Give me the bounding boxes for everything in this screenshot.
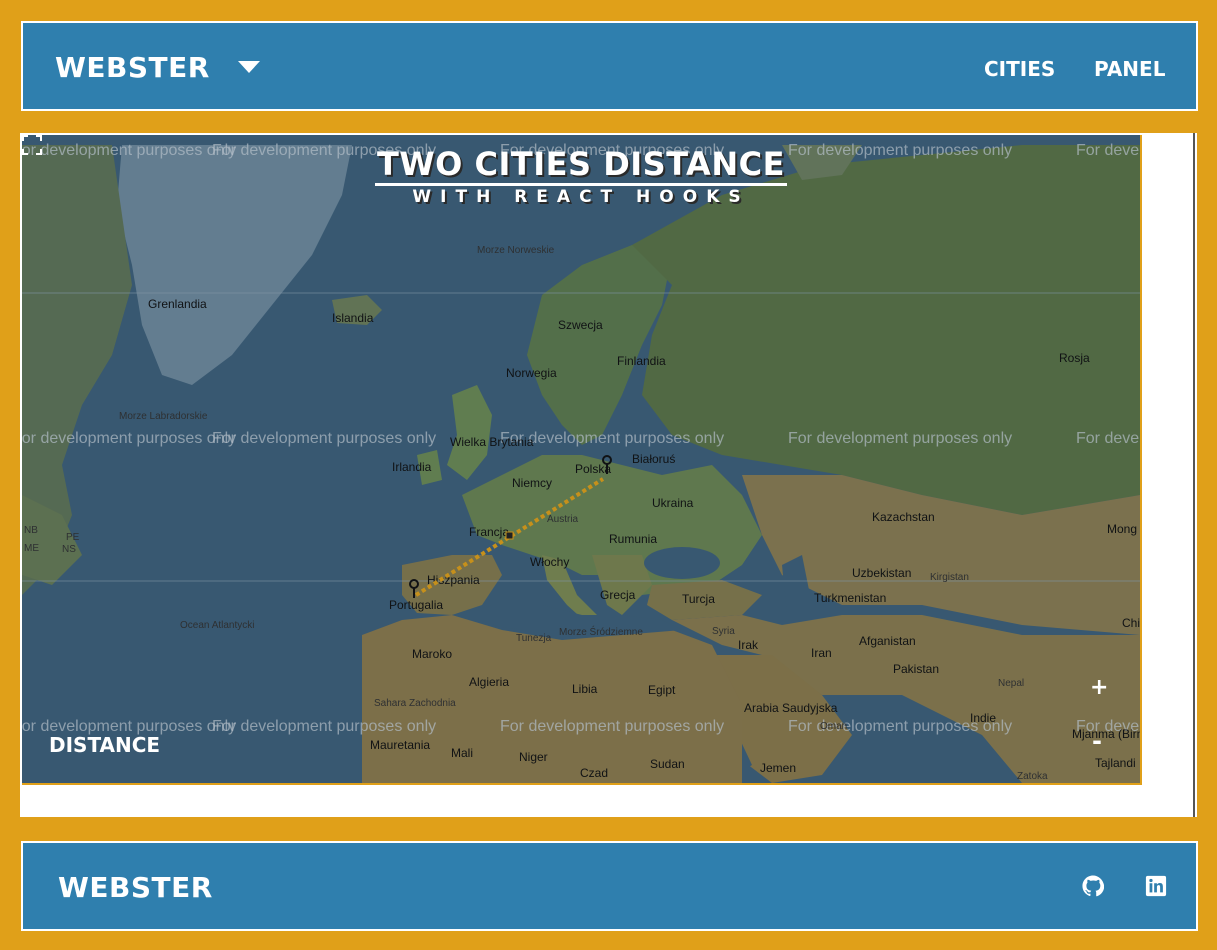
label-szwecja: Szwecja [558, 318, 603, 332]
footer-brand[interactable]: WEBSTER [58, 871, 213, 904]
label-libia: Libia [572, 682, 598, 696]
label-bialorus: Białoruś [632, 452, 675, 466]
label-ukraina: Ukraina [652, 496, 694, 510]
map-watermark-text: For development purposes only [500, 718, 724, 735]
distance-button[interactable]: DISTANCE [49, 733, 160, 757]
label-syria: Syria [712, 626, 735, 637]
label-kirgistan: Kirgistan [930, 572, 969, 583]
label-finlandia: Finlandia [617, 354, 666, 368]
label-morze-labradorskie: Morze Labradorskie [119, 411, 208, 422]
label-zatoka: Zatoka [1017, 771, 1048, 782]
fullscreen-icon[interactable] [22, 135, 42, 155]
panel-divider [1193, 133, 1195, 817]
label-ns: NS [62, 544, 76, 555]
label-algieria: Algieria [469, 675, 509, 689]
map-watermark-text: For development purposes only [788, 430, 1012, 447]
route-midpoint [505, 531, 514, 540]
label-iran: Iran [811, 646, 832, 660]
label-chi: Chi [1122, 616, 1140, 630]
github-icon[interactable] [1082, 875, 1104, 897]
label-afganistan: Afganistan [859, 634, 916, 648]
label-ocean-atlantycki: Ocean Atlantycki [180, 620, 254, 631]
label-pe: PE [66, 532, 80, 543]
label-tajlandia: Tajlandi [1095, 756, 1136, 770]
map-watermark-text: For development purposes only [212, 718, 436, 735]
label-irlandia: Irlandia [392, 460, 432, 474]
linkedin-icon[interactable] [1145, 875, 1167, 897]
label-maroko: Maroko [412, 647, 452, 661]
watermark-row-2: For development purposes only For develo… [22, 430, 1140, 447]
label-egipt: Egipt [648, 683, 676, 697]
label-czad: Czad [580, 766, 608, 780]
label-kazachstan: Kazachstan [872, 510, 935, 524]
zoom-in-button[interactable]: + [1090, 675, 1108, 700]
map-watermark-text: For development purposes only [212, 430, 436, 447]
label-grenlandia: Grenlandia [148, 297, 207, 311]
label-wlochy: Włochy [530, 555, 569, 569]
label-rumunia: Rumunia [609, 532, 657, 546]
top-navbar: WEBSTER CITIES PANEL [21, 21, 1198, 111]
label-morze-norweskie: Morze Norweskie [477, 245, 555, 256]
label-grecja: Grecja [600, 588, 636, 602]
label-morze-srodziemne: Morze Śródziemne [559, 625, 643, 638]
footer-bar: WEBSTER [21, 841, 1198, 931]
label-pakistan: Pakistan [893, 662, 939, 676]
label-sahara-zachodnia: Sahara Zachodnia [374, 698, 456, 709]
label-islandia: Islandia [332, 311, 374, 325]
zoom-out-button[interactable]: - [1092, 727, 1102, 755]
label-arabia-saudyjska: Arabia Saudyjska [744, 701, 838, 715]
nav-link-panel[interactable]: PANEL [1094, 57, 1165, 81]
label-mali: Mali [451, 746, 473, 760]
label-mauretania: Mauretania [370, 738, 430, 752]
label-francja: Francja [469, 525, 509, 539]
label-uzbekistan: Uzbekistan [852, 566, 911, 580]
label-niger: Niger [519, 750, 548, 764]
brand-logo[interactable]: WEBSTER [55, 51, 210, 84]
label-jemen: Jemen [760, 761, 796, 775]
label-irak: Irak [738, 638, 759, 652]
label-nb: NB [24, 525, 38, 536]
label-niemcy: Niemcy [512, 476, 552, 490]
map-watermark-text: For development purposes only [1076, 430, 1140, 447]
map-watermark-text: For development purposes only [500, 430, 724, 447]
label-oman: Oman [820, 721, 847, 732]
label-austria: Austria [547, 514, 579, 525]
map-title: TWO CITIES DISTANCE [22, 145, 1140, 186]
label-rosja: Rosja [1059, 351, 1090, 365]
label-turkmenistan: Turkmenistan [814, 591, 886, 605]
label-sudan: Sudan [650, 757, 685, 771]
label-me: ME [24, 543, 39, 554]
label-norwegia: Norwegia [506, 366, 557, 380]
dropdown-caret-icon[interactable] [238, 61, 260, 73]
label-mjanma: Mjanma (Birma) [1072, 727, 1140, 741]
label-nepal: Nepal [998, 678, 1024, 689]
label-tunezja: Tunezja [516, 633, 552, 644]
map-panel: For development purposes only For develo… [20, 133, 1197, 817]
label-portugalia: Portugalia [389, 598, 443, 612]
label-indie: Indie [970, 711, 996, 725]
nav-link-cities[interactable]: CITIES [984, 57, 1055, 81]
label-wielka-brytania: Wielka Brytania [450, 435, 534, 449]
label-mong: Mong [1107, 522, 1137, 536]
map-title-text: TWO CITIES DISTANCE [375, 145, 787, 186]
map-container[interactable]: For development purposes only For develo… [22, 135, 1142, 785]
map-watermark-text: For development purposes only [22, 430, 236, 447]
label-turcja: Turcja [682, 592, 715, 606]
map-subtitle: WITH REACT HOOKS [412, 187, 750, 207]
map-canvas[interactable]: For development purposes only For develo… [22, 135, 1140, 783]
